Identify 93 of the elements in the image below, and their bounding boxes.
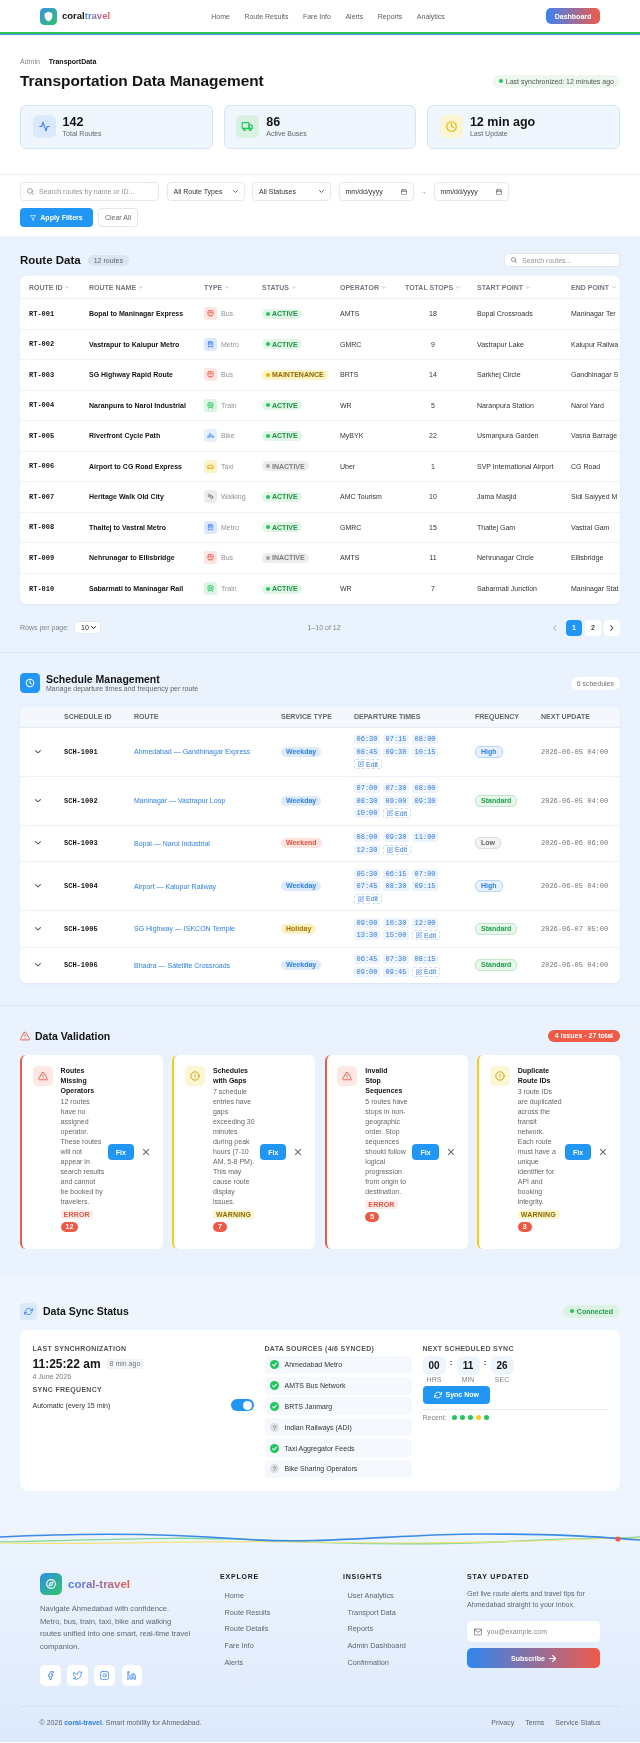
- chevron-right-icon: [610, 624, 614, 631]
- edit-icon: [387, 810, 393, 816]
- status-dot-icon: [498, 79, 503, 83]
- stat-value: 86: [266, 115, 282, 130]
- train-icon: [204, 398, 217, 412]
- clock-icon: [20, 673, 40, 693]
- edit-icon: [387, 846, 393, 853]
- page-title: Transportation Data Management: [20, 72, 264, 90]
- stat-value: 12 min ago: [469, 115, 536, 130]
- bicycle-icon: [204, 429, 217, 443]
- bus-icon: [204, 368, 217, 382]
- bus-icon: [204, 307, 217, 321]
- section-title: Data Sync Status: [43, 1305, 129, 1318]
- close-icon: [600, 1149, 607, 1156]
- status-dot-icon: [266, 464, 270, 469]
- shield-icon: [40, 7, 57, 25]
- chevron-left-icon: [553, 624, 557, 631]
- sort-icon: [456, 285, 461, 289]
- sort-icon: [225, 285, 230, 289]
- dismiss-button[interactable]: [600, 1149, 607, 1156]
- section-title: Schedule Management: [46, 673, 160, 685]
- search-icon: [27, 188, 34, 195]
- clock-icon: [439, 115, 463, 139]
- train-icon: [204, 582, 217, 596]
- truck-icon: [236, 115, 260, 139]
- compass-icon: [40, 1572, 62, 1595]
- countdown-separator: :: [482, 1356, 488, 1369]
- edit-icon: [416, 968, 423, 975]
- stat-value: 142: [62, 115, 85, 130]
- sort-icon: [382, 285, 387, 289]
- section-title: Route Data: [20, 253, 81, 267]
- edit-icon: [358, 761, 364, 767]
- status-dot-icon: [266, 433, 270, 438]
- last-sync-time: 11:25:22 am: [32, 1356, 101, 1372]
- sync-icon: [20, 1302, 37, 1320]
- chevron-down-icon[interactable]: [34, 926, 41, 931]
- search-icon: [511, 257, 517, 263]
- dismiss-button[interactable]: [295, 1149, 302, 1156]
- status-dot-icon: [266, 342, 270, 347]
- close-icon: [143, 1149, 150, 1156]
- caret-icon: [91, 626, 97, 629]
- footprints-icon: [204, 490, 217, 504]
- dismiss-button[interactable]: [143, 1149, 150, 1156]
- caret-icon: [319, 190, 324, 193]
- close-icon: [295, 1149, 302, 1156]
- caret-icon: [232, 190, 238, 193]
- status-dot-icon: [569, 1309, 574, 1314]
- status-dot-icon: [266, 372, 270, 377]
- chevron-down-icon[interactable]: [34, 841, 41, 846]
- warning-icon: [337, 1065, 358, 1086]
- calendar-icon: [495, 188, 502, 195]
- sync-icon: [433, 1390, 442, 1399]
- sort-icon: [291, 285, 296, 289]
- tram-icon: [204, 520, 217, 534]
- calendar-icon: [400, 188, 407, 195]
- chevron-down-icon[interactable]: [34, 963, 41, 968]
- warning-icon: [20, 1030, 30, 1041]
- chevron-down-icon[interactable]: [34, 798, 41, 803]
- sort-icon: [612, 285, 617, 289]
- section-title: Data Validation: [35, 1029, 111, 1042]
- chevron-down-icon[interactable]: [34, 884, 41, 888]
- warning-icon: [32, 1065, 53, 1086]
- status-dot-icon: [266, 494, 270, 499]
- linkedin-icon: [127, 1671, 137, 1680]
- sort-icon: [526, 285, 531, 289]
- status-dot-icon: [266, 311, 270, 316]
- chevron-down-icon[interactable]: [34, 749, 41, 754]
- status-dot-icon: [266, 525, 270, 530]
- countdown-value: 11: [456, 1355, 480, 1375]
- sort-icon: [65, 285, 70, 289]
- social-link[interactable]: [94, 1665, 115, 1686]
- close-icon: [447, 1149, 454, 1156]
- dismiss-button[interactable]: [447, 1149, 454, 1156]
- status-dot-icon: [266, 586, 270, 591]
- auto-sync-toggle[interactable]: [230, 1398, 254, 1412]
- instagram-icon: [100, 1671, 110, 1680]
- sort-icon: [139, 285, 144, 289]
- filter-icon: [30, 214, 37, 221]
- countdown-value: 00: [422, 1355, 446, 1375]
- activity-icon: [32, 115, 56, 139]
- status-dot-icon: [266, 555, 270, 560]
- car-icon: [204, 459, 217, 473]
- arrow-right-icon: [548, 1654, 556, 1662]
- mail-icon: [474, 1627, 482, 1636]
- tram-icon: [204, 337, 217, 351]
- bus-icon: [204, 551, 217, 565]
- bird-icon: [72, 1671, 82, 1680]
- facebook-icon: [45, 1671, 55, 1680]
- edit-icon: [358, 895, 364, 902]
- countdown-value: 26: [490, 1355, 514, 1375]
- edit-icon: [416, 932, 423, 938]
- status-dot-icon: [266, 403, 270, 408]
- countdown-separator: :: [448, 1356, 454, 1369]
